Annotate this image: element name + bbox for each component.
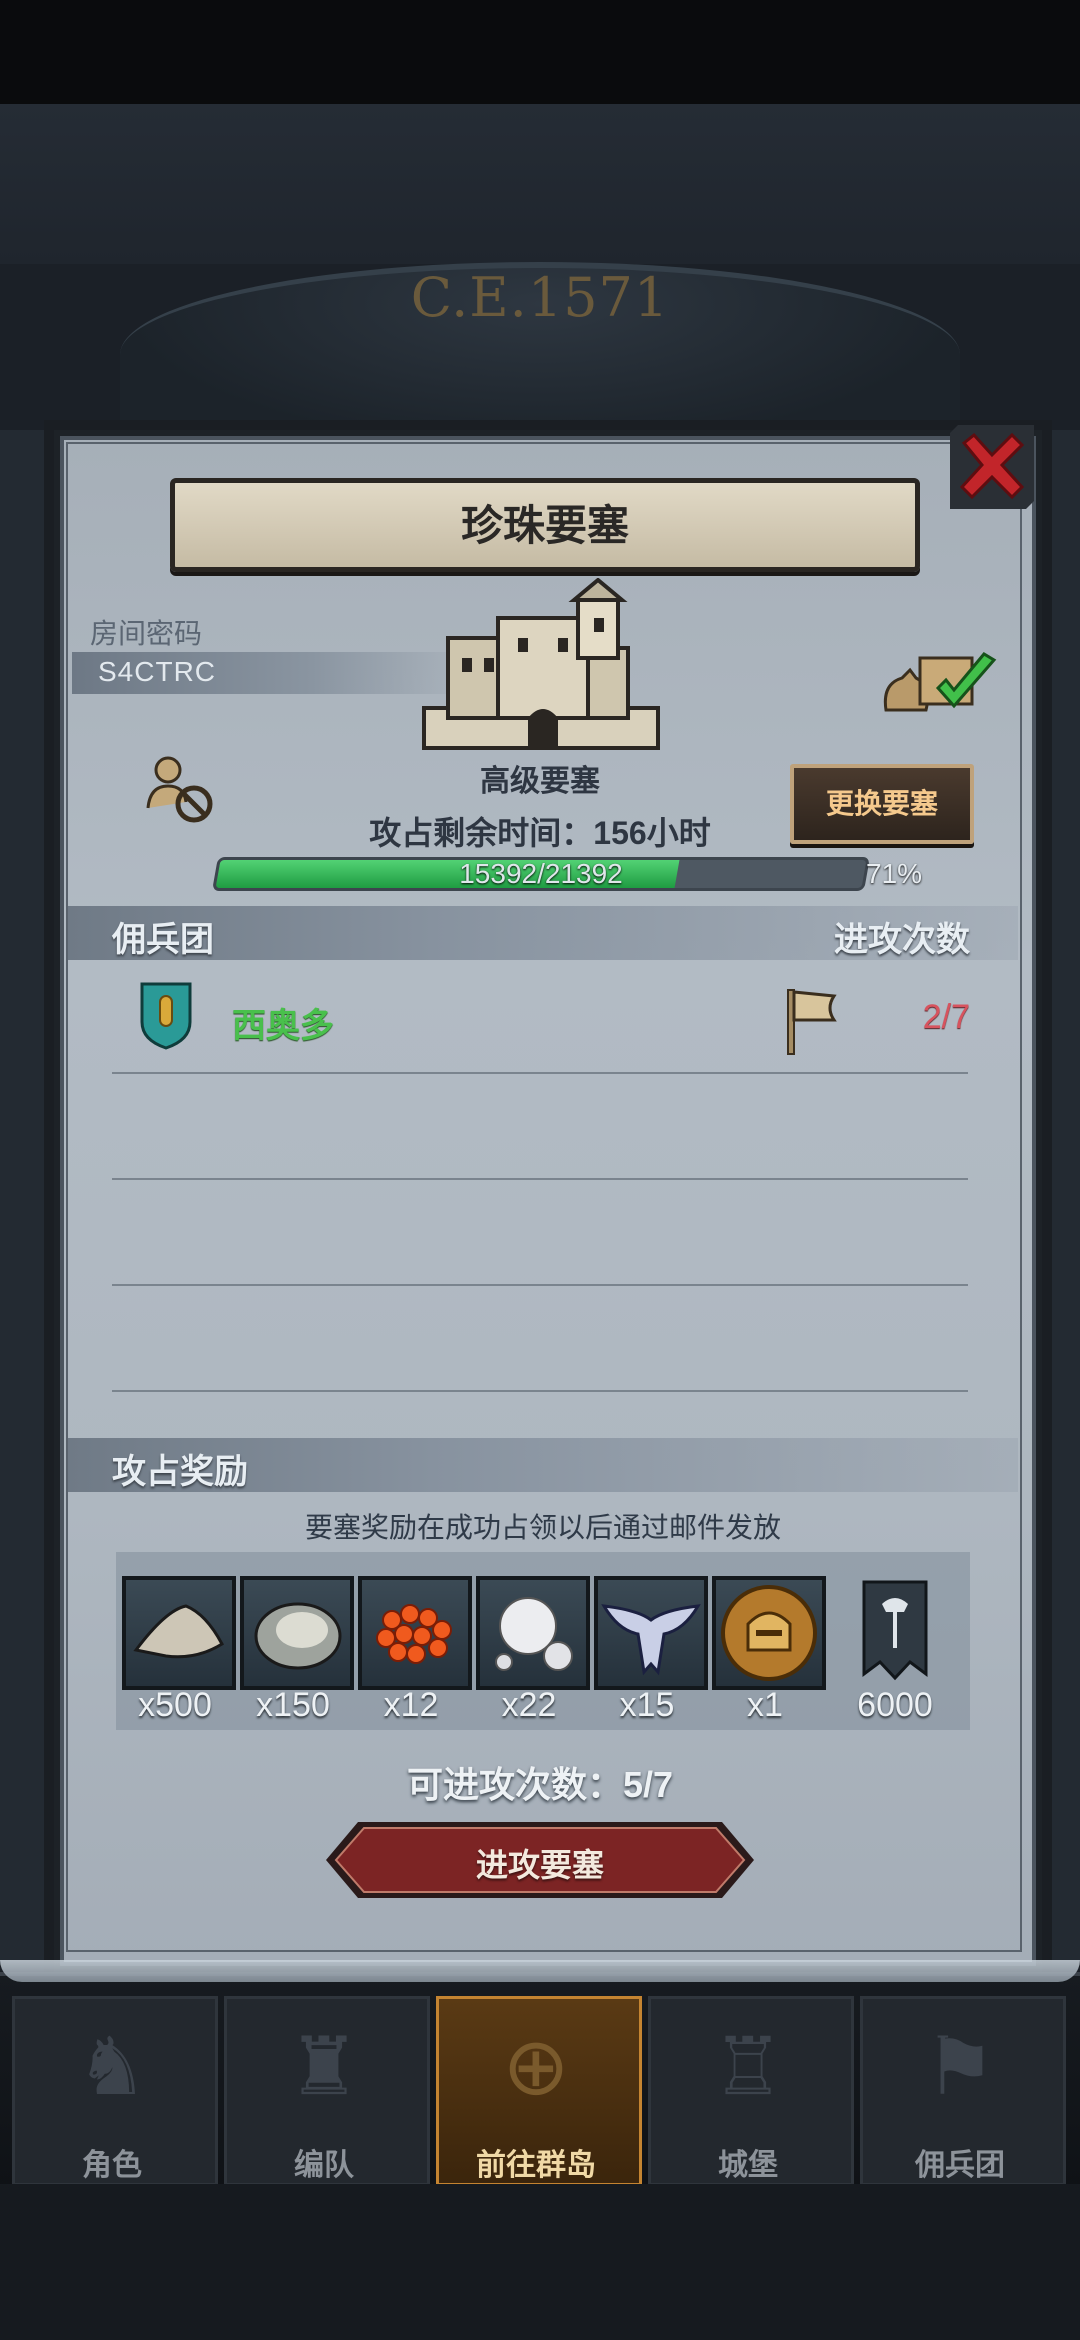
- attack-count-label: 进攻次数: [834, 921, 970, 959]
- reward-count: x22: [501, 1686, 557, 1724]
- mercenary-section-label: 佣兵团: [112, 921, 214, 959]
- sand-icon: [133, 1604, 224, 1659]
- era-text: C.E.1571: [410, 266, 670, 329]
- reward-item-roe[interactable]: [358, 1576, 472, 1690]
- reward-count: x500: [138, 1686, 212, 1724]
- reward-item-wings[interactable]: [594, 1576, 708, 1690]
- nav-label-mercenary: 佣兵团: [915, 2149, 1005, 2182]
- nav-label-islands: 前往群岛: [476, 2149, 596, 2182]
- knight-icon: ♞: [76, 2022, 148, 2111]
- mercenary-attack-count: 2/7: [922, 998, 970, 1036]
- castle-icon: [422, 578, 660, 750]
- reward-count: x150: [256, 1686, 330, 1724]
- change-fortress-label: 更换要塞: [825, 788, 938, 819]
- axe-banner-icon[interactable]: [860, 1578, 930, 1682]
- roe-icon: [376, 1604, 452, 1664]
- pearl-icon: [495, 1597, 573, 1671]
- status-bar-area: [0, 0, 1080, 104]
- knight-helmet-coin-icon: [721, 1585, 817, 1681]
- reward-item-helmet[interactable]: [712, 1576, 826, 1690]
- list-divider: [112, 1390, 968, 1392]
- room-code-value: S4CTRC: [98, 656, 217, 687]
- list-divider: [112, 1178, 968, 1180]
- mercenary-name: 西奥多: [232, 1007, 334, 1045]
- remaining-time: 攻占剩余时间：156小时: [369, 815, 711, 851]
- reward-note: 要塞奖励在成功占领以后通过邮件发放: [304, 1512, 781, 1543]
- oyster-icon: [254, 1602, 342, 1670]
- room-code-label: 房间密码: [90, 618, 203, 649]
- nav-label-castle: 城堡: [718, 2149, 778, 2182]
- reward-item-oyster[interactable]: [240, 1576, 354, 1690]
- wings-emblem-icon: [601, 1604, 701, 1676]
- attack-fortress-label: 进攻要塞: [475, 1847, 604, 1883]
- reward-count: x15: [619, 1686, 675, 1724]
- reward-item-pearl[interactable]: [476, 1576, 590, 1690]
- system-nav-area: [0, 2184, 1080, 2340]
- dialog-title: 珍珠要塞: [460, 502, 629, 549]
- mercenary-flag-icon: ⚑: [924, 2022, 996, 2111]
- reward-count: 6000: [857, 1686, 933, 1724]
- attacks-remaining: 可进攻次数：5/7: [406, 1764, 674, 1805]
- background-left-edge: [0, 430, 60, 1960]
- list-divider: [112, 1284, 968, 1286]
- mercenary-shield-icon: [140, 982, 192, 1050]
- compass-map-icon: ⊕: [502, 2022, 570, 2111]
- reward-section-label: 攻占奖励: [112, 1453, 248, 1491]
- reward-count: x12: [383, 1686, 439, 1724]
- castle-level: 高级要塞: [480, 765, 600, 798]
- castle-nav-icon: ♖: [712, 2022, 784, 2111]
- nav-label-character: 角色: [82, 2149, 142, 2182]
- reward-item-sand[interactable]: [122, 1576, 236, 1690]
- flag-icon: [787, 989, 837, 1055]
- capture-progress-percent: 71%: [866, 858, 923, 889]
- reward-count: x1: [747, 1686, 783, 1724]
- helmet-icon: ♜: [288, 2022, 360, 2111]
- no-enemy-icon: [146, 756, 213, 823]
- nav-label-formation: 编队: [294, 2149, 354, 2182]
- snow-edge: [0, 1960, 1080, 1982]
- list-divider: [112, 1072, 968, 1074]
- close-icon[interactable]: [950, 425, 1034, 509]
- loot-claimed-icon: [883, 652, 997, 712]
- background-band: [0, 104, 1080, 264]
- capture-progress-text: 15392/21392: [459, 858, 623, 889]
